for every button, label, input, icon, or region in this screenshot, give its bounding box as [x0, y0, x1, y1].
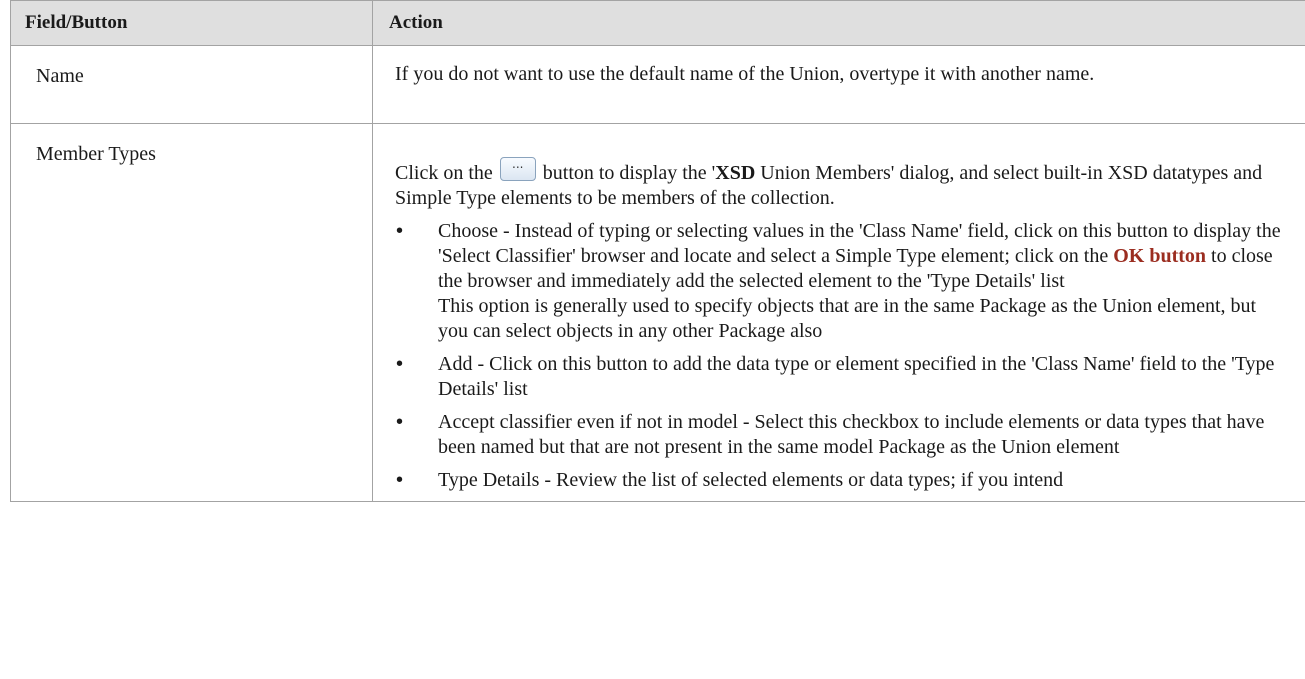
- ok-button-link[interactable]: OK button: [1113, 245, 1206, 267]
- field-action-table: Field/Button Action Name If you do not w…: [10, 0, 1305, 502]
- header-field-button: Field/Button: [10, 0, 373, 46]
- table-row-member-types: Member Types Click on the ... button to …: [10, 123, 1305, 502]
- field-name-label: Name: [10, 45, 373, 124]
- bullet-choose: Choose - Instead of typing or selecting …: [395, 219, 1291, 344]
- member-types-intro: Click on the ... button to display the '…: [395, 157, 1291, 211]
- action-member-types-description: Click on the ... button to display the '…: [372, 123, 1305, 502]
- choose-note: This option is generally used to specify…: [438, 295, 1257, 342]
- bullet-add: Add - Click on this button to add the da…: [395, 352, 1291, 402]
- ellipsis-button-icon: ...: [499, 157, 536, 181]
- table-header-row: Field/Button Action: [10, 0, 1305, 46]
- intro-xsd-bold: XSD: [715, 162, 756, 184]
- action-name-description: If you do not want to use the default na…: [372, 45, 1305, 124]
- bullet-type-details: Type Details - Review the list of select…: [395, 468, 1291, 493]
- ellipsis-glyph: ...: [512, 157, 524, 171]
- table-row-name: Name If you do not want to use the defau…: [10, 45, 1305, 124]
- bullet-accept-classifier: Accept classifier even if not in model -…: [395, 410, 1291, 460]
- field-member-types-label: Member Types: [10, 123, 373, 502]
- member-types-bullet-list: Choose - Instead of typing or selecting …: [395, 219, 1291, 493]
- intro-text-start: Click on the: [395, 162, 493, 184]
- intro-text-mid: button to display the ': [542, 162, 716, 184]
- header-action: Action: [372, 0, 1305, 46]
